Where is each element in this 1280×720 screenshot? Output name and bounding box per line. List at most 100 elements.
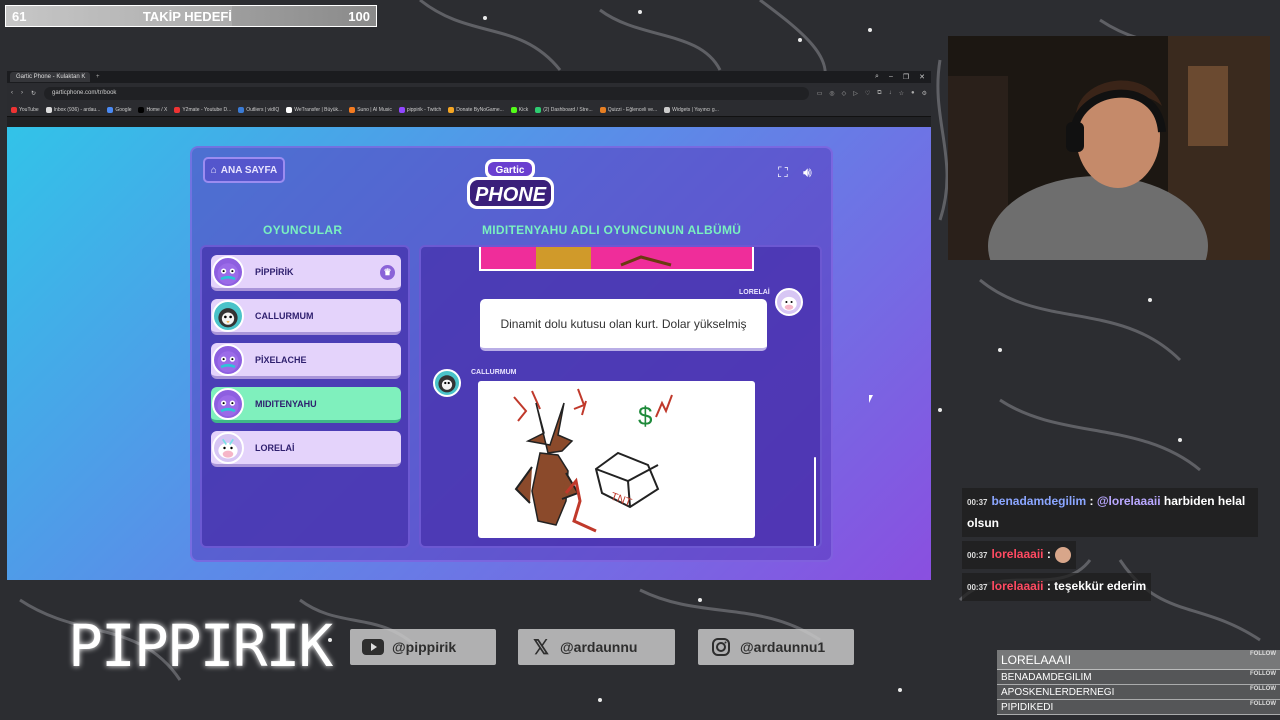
player-card-miditenyahu[interactable]: MIDITENYAHU [211, 387, 401, 423]
webcam-feed [948, 36, 1270, 260]
follow-row: LORELAAAII FOLLOW [997, 650, 1280, 670]
album-title: MIDITENYAHU ADLI OYUNCUNUN ALBÜMÜ [482, 223, 742, 237]
player-list: PİPPİRİK ♛ CALLURMUM PİXELACHE MIDITENYA… [200, 245, 410, 548]
url-text: garticphone.com/tr/book [52, 90, 117, 96]
social-handle: @ardaunnu [560, 639, 638, 655]
bookmark-item[interactable]: WeTransfer | Büyük... [286, 106, 342, 113]
maximize-icon[interactable]: ❐ [903, 73, 909, 81]
mouse-cursor [869, 395, 873, 403]
bookmark-item[interactable]: pippirik - Twitch [398, 106, 441, 113]
social-instagram: @ardaunnu1 [698, 629, 854, 665]
minimize-icon[interactable]: – [889, 73, 893, 81]
forward-icon[interactable]: › [21, 90, 23, 96]
streamer-brand-logo: PIPPIRIK [68, 612, 333, 680]
favorite-icon[interactable]: ♡ [865, 90, 870, 97]
fullscreen-icon[interactable]: ⛶ [778, 164, 788, 181]
address-bar-row: ‹ › ↻ garticphone.com/tr/book ▭ ◎ ◇ ▷ ♡ … [7, 83, 931, 103]
back-icon[interactable]: ‹ [11, 90, 13, 96]
follow-row: PIPIDIKEDI FOLLOW [997, 700, 1280, 715]
player-card-pippirik[interactable]: PİPPİRİK ♛ [211, 255, 401, 291]
instagram-icon [710, 638, 732, 656]
social-handle: @pippirik [392, 639, 457, 655]
bookmark-item[interactable]: Donate ByNoGame... [448, 106, 504, 113]
browser-tab[interactable]: Gartic Phone - Kulaktan K [10, 72, 90, 82]
profile-icon[interactable]: ● [911, 90, 915, 97]
url-input[interactable]: garticphone.com/tr/book [44, 86, 809, 100]
album-feed[interactable]: LORELAİ Dinamit dolu kutusu olan kurt. D… [419, 245, 822, 548]
callurmum-avatar [433, 369, 461, 397]
bookmark-star-icon[interactable]: ☆ [899, 90, 904, 97]
player-card-lorelai[interactable]: LORELAİ [211, 431, 401, 467]
text-entry: Dinamit dolu kutusu olan kurt. Dolar yük… [500, 316, 747, 331]
chat-message: 00:37 lorelaaaii : [962, 541, 1076, 569]
previous-drawing-bottom [479, 247, 754, 271]
player-name: CALLURMUM [255, 310, 314, 321]
bookmark-item[interactable]: Home / X [138, 106, 167, 113]
tab-title: Gartic Phone - Kulaktan K [16, 74, 86, 80]
follower-goal-bar: 61 TAKİP HEDEFİ 100 [5, 5, 377, 27]
extensions-icon[interactable]: ⧉ [877, 90, 881, 97]
install-icon[interactable]: ▭ [817, 90, 823, 97]
youtube-icon [362, 638, 384, 656]
bookmark-item[interactable]: Widgets | Yayıncı g... [664, 106, 719, 113]
screenshot-icon[interactable]: ◎ [829, 90, 834, 97]
bookmark-item[interactable]: (2) Dashboard / Stre... [535, 106, 593, 113]
text-entry-bubble: Dinamit dolu kutusu olan kurt. Dolar yük… [480, 299, 767, 351]
chat-overlay: 00:37 benadamdegilim : @lorelaaaii harbid… [962, 488, 1262, 605]
player-name: PİXELACHE [255, 354, 307, 365]
reload-icon[interactable]: ↻ [31, 90, 36, 97]
bookmark-item[interactable]: YouTube [11, 106, 39, 113]
social-handle: @ardaunnu1 [740, 639, 826, 655]
download-icon[interactable]: ↓ [889, 90, 892, 97]
bookmark-item[interactable]: Google [107, 106, 131, 113]
drawing-canvas: TNT $ [478, 381, 755, 538]
player-name: PİPPİRİK [255, 266, 294, 277]
recent-follows: LORELAAAII FOLLOW BENADAMDEGILIM FOLLOW AP… [997, 650, 1280, 715]
text-author-label: LORELAİ [739, 289, 770, 296]
close-window-icon[interactable]: ✕ [919, 73, 925, 81]
chat-message: 00:37 lorelaaaii : teşekkür ederim [962, 573, 1152, 601]
album-scrollbar[interactable] [814, 457, 816, 546]
player-avatar [212, 256, 244, 288]
new-tab-icon[interactable]: + [96, 74, 100, 80]
tab-bar: Gartic Phone - Kulaktan K + ⌕ – ❐ ✕ [7, 71, 931, 83]
home-icon: ⌂ [210, 164, 217, 176]
goal-target: 100 [348, 8, 370, 24]
bookmark-item[interactable]: Quizzi - Eğlenceli ve... [599, 106, 657, 113]
lorelai-avatar [775, 288, 803, 316]
player-avatar [212, 432, 244, 464]
social-x: 𝕏 @ardaunnu [518, 629, 675, 665]
player-card-pixelache[interactable]: PİXELACHE [211, 343, 401, 379]
wolf-drawing: TNT $ [513, 388, 673, 533]
play-icon[interactable]: ▷ [853, 90, 858, 97]
bookmarks-bar: YouTube Inbox (936) - ardau... Google Ho… [7, 103, 931, 117]
settings-icon[interactable]: ⚙ [922, 90, 927, 97]
logo-top-text: Gartic [496, 165, 525, 176]
emote-icon [1054, 546, 1071, 563]
player-card-callurmum[interactable]: CALLURMUM [211, 299, 401, 335]
logo-bottom-text: PHONE [475, 184, 547, 206]
x-icon: 𝕏 [532, 636, 550, 659]
bookmark-item[interactable]: Outliers | vidIQ [238, 106, 279, 113]
player-avatar [212, 388, 244, 420]
chat-username: benadamdegilim [991, 494, 1087, 508]
player-name: LORELAİ [255, 442, 295, 453]
volume-icon[interactable]: 🔊︎ [803, 164, 812, 181]
player-avatar [212, 344, 244, 376]
chat-username: lorelaaaii [991, 579, 1044, 593]
home-button[interactable]: ⌂ ANA SAYFA [203, 157, 285, 183]
bookmark-item[interactable]: Suno | AI Music [349, 106, 392, 113]
drawing-author-label: CALLURMUM [471, 369, 517, 376]
chat-message: 00:37 benadamdegilim : @lorelaaaii harbid… [962, 488, 1258, 537]
bookmark-item[interactable]: Y2mate - Youtube D... [174, 106, 231, 113]
player-avatar [212, 300, 244, 332]
browser-window: Gartic Phone - Kulaktan K + ⌕ – ❐ ✕ ‹ › … [7, 71, 931, 580]
crown-icon: ♛ [380, 265, 395, 280]
bookmark-item[interactable]: Inbox (936) - ardau... [45, 106, 100, 113]
follow-row: APOSKENLERDERNEGI FOLLOW [997, 685, 1280, 700]
bookmark-item[interactable]: Kick [510, 106, 528, 113]
search-tabs-icon[interactable]: ⌕ [875, 73, 879, 81]
goal-current: 61 [12, 8, 27, 24]
shield-icon[interactable]: ◇ [842, 90, 847, 97]
goal-label: TAKİP HEDEFİ [142, 8, 232, 24]
